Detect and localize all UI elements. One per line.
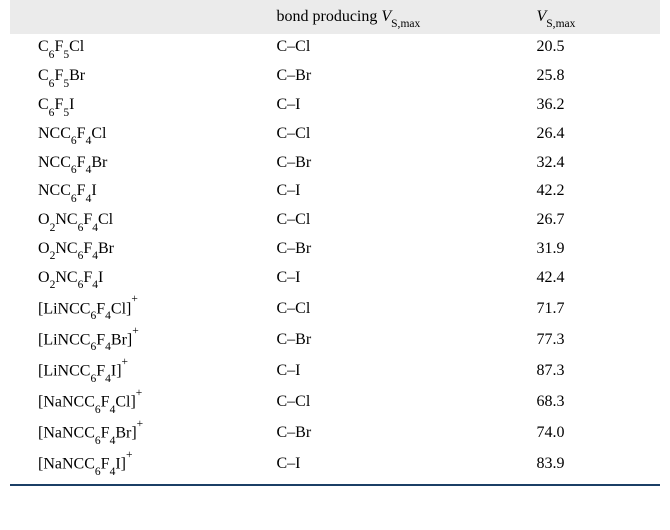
cell-val: 77.3 xyxy=(537,324,661,355)
cell-donor: O2NC6F4I xyxy=(10,264,277,293)
cell-val: 42.2 xyxy=(537,178,661,207)
header-row: bond producing VS,max VS,max xyxy=(10,0,660,34)
cell-val: 31.9 xyxy=(537,236,661,265)
table-row: O2NC6F4IC–I42.4 xyxy=(10,264,660,293)
cell-bond: C–I xyxy=(277,355,537,386)
cell-val: 83.9 xyxy=(537,449,661,480)
header-donor xyxy=(10,0,277,34)
header-bond: bond producing VS,max xyxy=(277,0,537,34)
cell-donor: C6F5Cl xyxy=(10,34,277,63)
table-row: [LiNCC6F4Br]+C–Br77.3 xyxy=(10,324,660,355)
table-row: [NaNCC6F4Br]+C–Br74.0 xyxy=(10,418,660,449)
cell-bond: C–I xyxy=(277,92,537,121)
cell-val: 68.3 xyxy=(537,387,661,418)
cell-bond: C–Br xyxy=(277,149,537,178)
vsmax-italic: V xyxy=(537,8,547,25)
cell-val: 20.5 xyxy=(537,34,661,63)
table-row: NCC6F4IC–I42.2 xyxy=(10,178,660,207)
cell-donor: NCC6F4Br xyxy=(10,149,277,178)
cell-donor: NCC6F4I xyxy=(10,178,277,207)
bottom-rule xyxy=(10,484,660,486)
vsmax-sub: S,max xyxy=(546,18,575,30)
header-bond-prefix: bond producing xyxy=(277,8,382,25)
cell-bond: C–Cl xyxy=(277,293,537,324)
table-row: NCC6F4BrC–Br32.4 xyxy=(10,149,660,178)
table-row: [LiNCC6F4Cl]+C–Cl71.7 xyxy=(10,293,660,324)
cell-val: 42.4 xyxy=(537,264,661,293)
cell-bond: C–I xyxy=(277,264,537,293)
vsmax-sub: S,max xyxy=(391,18,420,30)
cell-val: 32.4 xyxy=(537,149,661,178)
table-row: O2NC6F4ClC–Cl26.7 xyxy=(10,207,660,236)
cell-bond: C–Br xyxy=(277,418,537,449)
cell-bond: C–Cl xyxy=(277,34,537,63)
table-row: C6F5BrC–Br25.8 xyxy=(10,63,660,92)
table-row: [NaNCC6F4Cl]+C–Cl68.3 xyxy=(10,387,660,418)
table-row: C6F5ClC–Cl20.5 xyxy=(10,34,660,63)
cell-val: 87.3 xyxy=(537,355,661,386)
cell-val: 26.7 xyxy=(537,207,661,236)
header-val: VS,max xyxy=(537,0,661,34)
cell-bond: C–Cl xyxy=(277,387,537,418)
cell-donor: [NaNCC6F4Cl]+ xyxy=(10,387,277,418)
cell-donor: NCC6F4Cl xyxy=(10,121,277,150)
cell-bond: C–I xyxy=(277,178,537,207)
cell-donor: [LiNCC6F4I]+ xyxy=(10,355,277,386)
table-row: [LiNCC6F4I]+C–I87.3 xyxy=(10,355,660,386)
cell-donor: [NaNCC6F4I]+ xyxy=(10,449,277,480)
table-wrapper: bond producing VS,max VS,max C6F5ClC–Cl2… xyxy=(0,0,670,494)
cell-val: 26.4 xyxy=(537,121,661,150)
cell-donor: C6F5Br xyxy=(10,63,277,92)
table-row: NCC6F4ClC–Cl26.4 xyxy=(10,121,660,150)
cell-val: 25.8 xyxy=(537,63,661,92)
table-body: C6F5ClC–Cl20.5C6F5BrC–Br25.8C6F5IC–I36.2… xyxy=(10,34,660,480)
table-row: C6F5IC–I36.2 xyxy=(10,92,660,121)
table-row: O2NC6F4BrC–Br31.9 xyxy=(10,236,660,265)
table-row: [NaNCC6F4I]+C–I83.9 xyxy=(10,449,660,480)
vsmax-italic: V xyxy=(381,8,391,25)
cell-donor: O2NC6F4Cl xyxy=(10,207,277,236)
cell-bond: C–Cl xyxy=(277,121,537,150)
cell-bond: C–I xyxy=(277,449,537,480)
cell-bond: C–Br xyxy=(277,236,537,265)
cell-val: 71.7 xyxy=(537,293,661,324)
cell-val: 74.0 xyxy=(537,418,661,449)
cell-donor: C6F5I xyxy=(10,92,277,121)
cell-bond: C–Cl xyxy=(277,207,537,236)
cell-bond: C–Br xyxy=(277,63,537,92)
cell-donor: [NaNCC6F4Br]+ xyxy=(10,418,277,449)
cell-donor: O2NC6F4Br xyxy=(10,236,277,265)
cell-donor: [LiNCC6F4Br]+ xyxy=(10,324,277,355)
cell-val: 36.2 xyxy=(537,92,661,121)
cell-bond: C–Br xyxy=(277,324,537,355)
data-table: bond producing VS,max VS,max C6F5ClC–Cl2… xyxy=(10,0,660,480)
cell-donor: [LiNCC6F4Cl]+ xyxy=(10,293,277,324)
